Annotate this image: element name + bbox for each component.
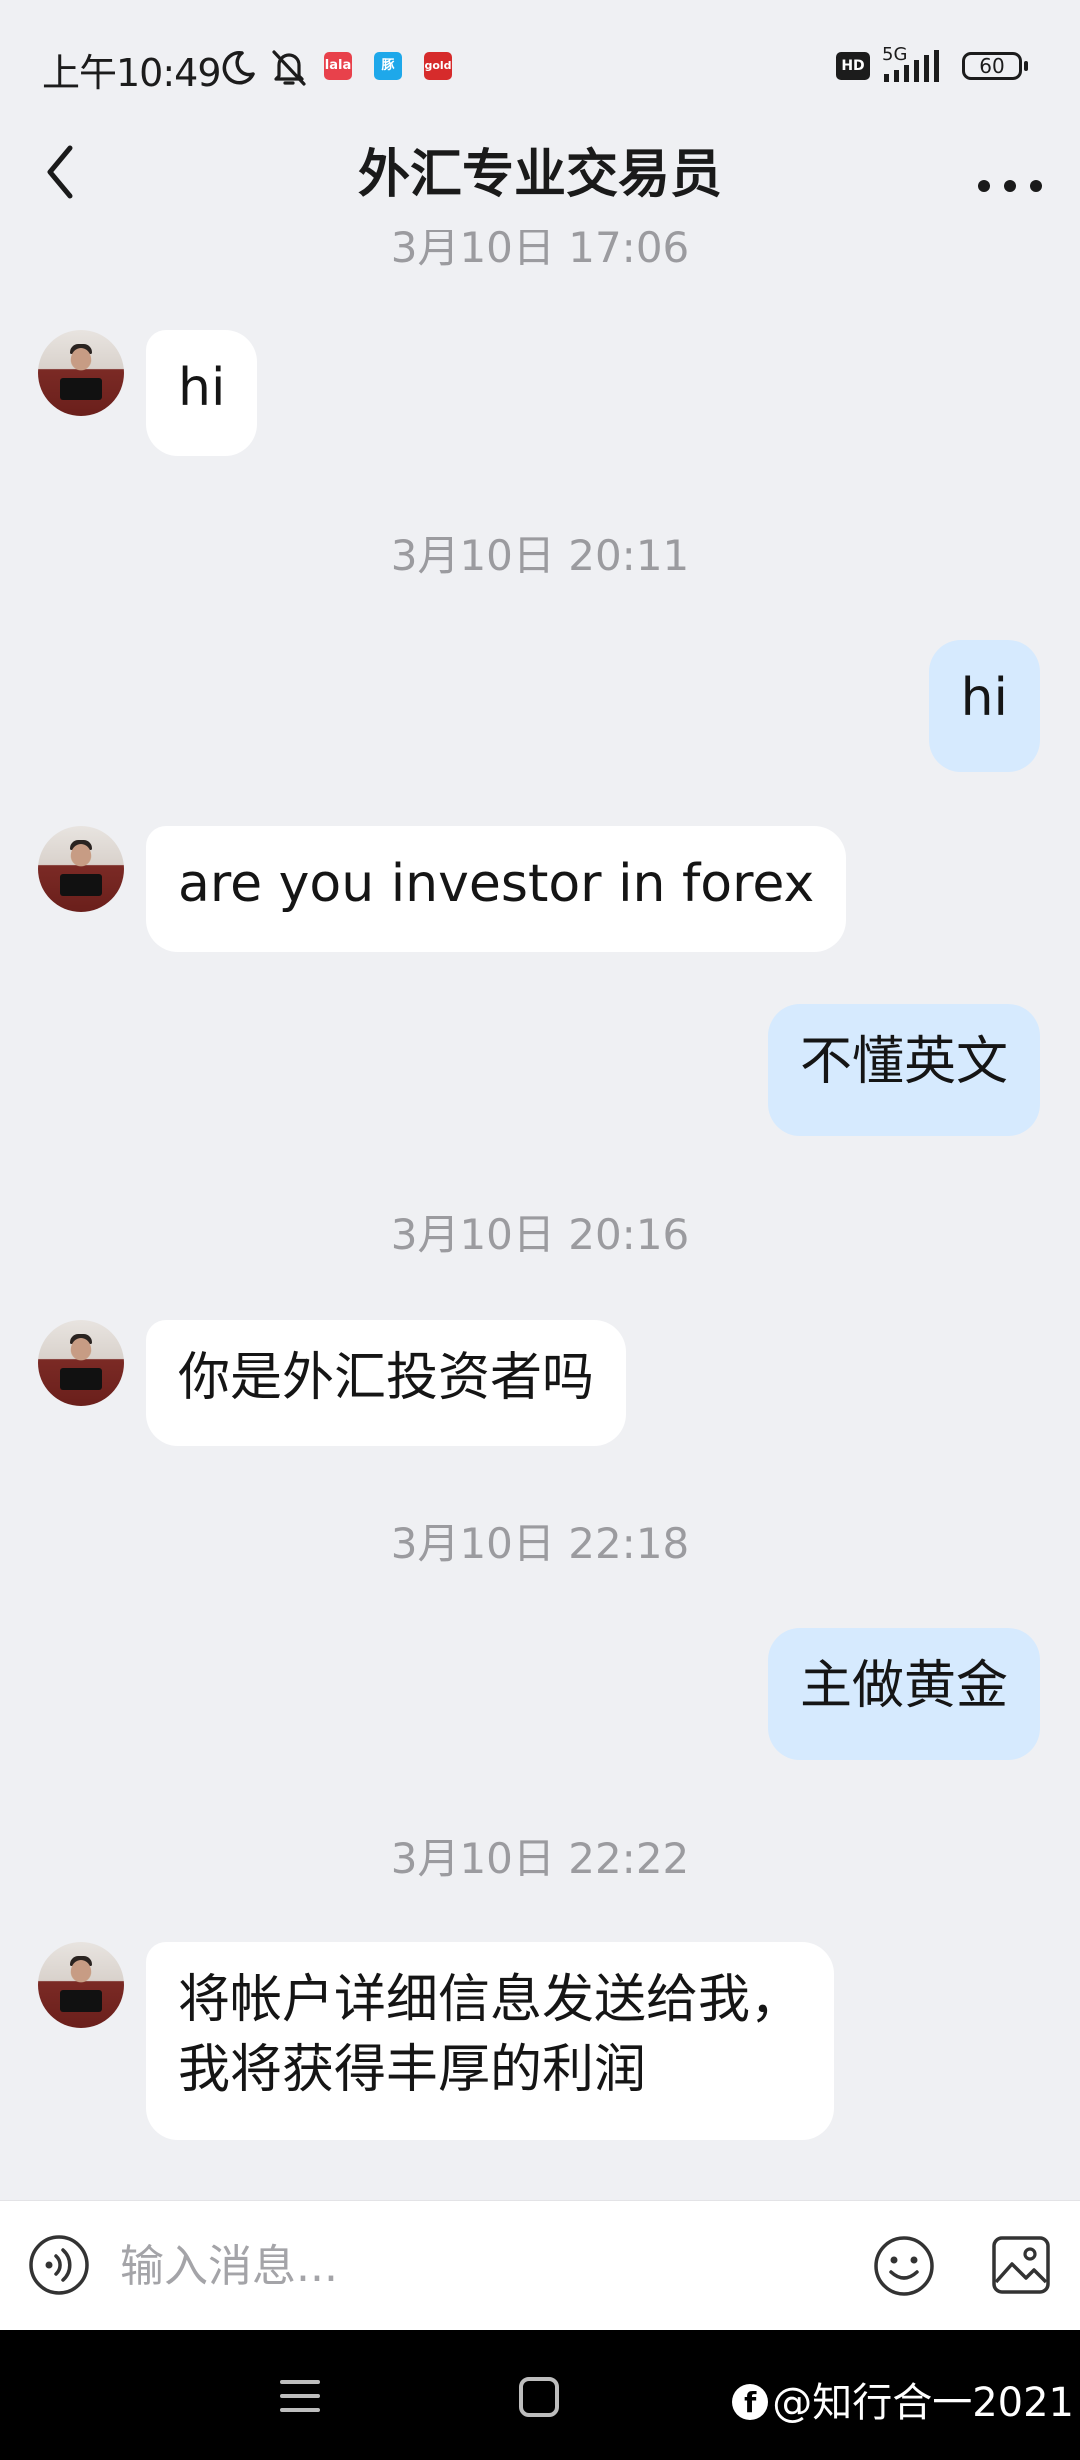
contact-avatar[interactable]: [38, 826, 124, 912]
message-timestamp: 3月10日 22:22: [390, 1834, 690, 1883]
emoji-icon[interactable]: [872, 2234, 936, 2298]
contact-avatar[interactable]: [38, 1320, 124, 1406]
outgoing-message-bubble[interactable]: 不懂英文: [767, 1004, 1040, 1136]
incoming-message-bubble[interactable]: 你是外汇投资者吗: [146, 1320, 627, 1446]
muted-bell-icon: [272, 50, 306, 86]
voice-input-icon[interactable]: [28, 2234, 90, 2296]
chat-header: 外汇专业交易员: [0, 120, 1080, 230]
outgoing-message-bubble[interactable]: hi: [928, 640, 1040, 772]
watermark-text: @知行合一2021: [772, 2380, 1074, 2426]
message-timestamp: 3月10日 20:11: [390, 531, 690, 580]
contact-avatar[interactable]: [38, 1942, 124, 2028]
moon-icon: [222, 51, 255, 85]
signal-strength-icon: [884, 50, 939, 82]
recent-apps-icon[interactable]: [276, 2374, 324, 2418]
message-timestamp: 3月10日 22:18: [390, 1519, 690, 1568]
incoming-message-bubble[interactable]: 将帐户详细信息发送给我， 我将获得丰厚的利润: [146, 1942, 835, 2140]
outgoing-message-bubble[interactable]: 主做黄金: [767, 1628, 1040, 1760]
incoming-message-bubble[interactable]: hi: [146, 330, 258, 456]
message-input[interactable]: [118, 2229, 842, 2303]
app-notification-badge: lala: [324, 52, 352, 80]
image-picker-icon[interactable]: [990, 2234, 1052, 2296]
watermark: f @知行合一2021: [732, 2370, 1074, 2428]
status-bar: 上午10:49 lala 豚 gold HD 5G 60: [0, 0, 1080, 120]
status-time: 上午10:49: [42, 51, 222, 95]
contact-avatar[interactable]: [38, 330, 124, 416]
hd-indicator: HD: [836, 52, 870, 80]
message-timestamp: 3月10日 20:16: [390, 1210, 690, 1259]
battery-indicator: 60: [962, 52, 1028, 80]
app-notification-badge: gold: [424, 52, 452, 80]
message-composer: [0, 2200, 1080, 2331]
chat-title: 外汇专业交易员: [357, 145, 722, 205]
more-options-icon[interactable]: [970, 142, 1050, 212]
chat-message-list[interactable]: 3月10日 17:06 hi 3月10日 20:11 hi are you in…: [0, 0, 1080, 2200]
facebook-logo-icon: f: [732, 2384, 769, 2420]
incoming-message-bubble[interactable]: are you investor in forex: [146, 826, 847, 952]
system-navigation-bar: f @知行合一2021: [0, 2330, 1080, 2460]
home-icon[interactable]: [516, 2374, 562, 2420]
app-notification-badge: 豚: [374, 52, 402, 80]
